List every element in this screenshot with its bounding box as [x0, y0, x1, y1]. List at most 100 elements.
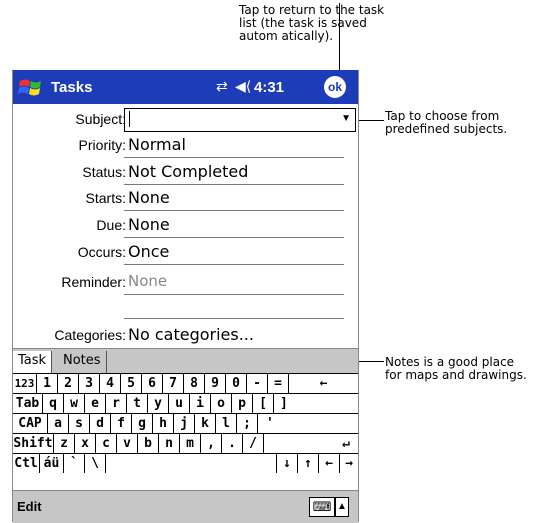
key-w[interactable]: w	[64, 394, 85, 413]
callout-line: for maps and drawings.	[385, 368, 527, 382]
key-slash[interactable]: /	[243, 434, 264, 453]
starts-value[interactable]: None	[128, 188, 170, 207]
key-6[interactable]: 6	[142, 374, 163, 393]
dropdown-arrow-icon[interactable]: ▼	[341, 113, 351, 124]
edit-menu[interactable]: Edit	[17, 499, 42, 514]
key-backtick[interactable]: `	[64, 454, 85, 473]
key-d[interactable]: d	[90, 414, 111, 433]
key-right[interactable]: →	[340, 454, 358, 473]
status-row[interactable]: Status: Not Completed	[13, 159, 358, 185]
key-p[interactable]: p	[232, 394, 253, 413]
key-ctrl[interactable]: Ctl	[13, 454, 40, 473]
key-y[interactable]: y	[148, 394, 169, 413]
divider	[124, 210, 344, 211]
key-x[interactable]: x	[75, 434, 96, 453]
key-minus[interactable]: -	[247, 374, 268, 393]
starts-label: Starts:	[85, 190, 126, 206]
input-selector-arrow-icon[interactable]: ▲	[335, 497, 349, 517]
key-caps[interactable]: CAP	[13, 414, 48, 433]
key-backspace[interactable]: ←	[289, 374, 358, 393]
key-2[interactable]: 2	[58, 374, 79, 393]
keyboard-row-4: Shift z x c v b n m , . / ↵	[13, 434, 358, 454]
keyboard-icon[interactable]: ⌨	[309, 497, 335, 517]
occurs-label: Occurs:	[77, 244, 126, 260]
key-e[interactable]: e	[85, 394, 106, 413]
key-comma[interactable]: ,	[201, 434, 222, 453]
starts-row[interactable]: Starts: None	[13, 185, 358, 211]
key-j[interactable]: j	[174, 414, 195, 433]
categories-value[interactable]: No categories...	[128, 325, 254, 344]
ok-button[interactable]: ok	[324, 76, 346, 98]
key-4[interactable]: 4	[100, 374, 121, 393]
key-equals[interactable]: =	[268, 374, 289, 393]
keyboard-row-3: CAP a s d f g h j k l ; '	[13, 414, 358, 434]
soft-keyboard: 123 1 2 3 4 5 6 7 8 9 0 - = ← Tab q w e …	[13, 373, 358, 490]
key-q[interactable]: q	[43, 394, 64, 413]
key-space[interactable]	[106, 454, 277, 473]
divider	[124, 157, 344, 158]
status-value[interactable]: Not Completed	[128, 162, 248, 181]
priority-row[interactable]: Priority: Normal	[13, 132, 358, 158]
key-123[interactable]: 123	[13, 374, 37, 393]
key-0[interactable]: 0	[226, 374, 247, 393]
key-r[interactable]: r	[106, 394, 127, 413]
occurs-row[interactable]: Occurs: Once	[13, 239, 358, 265]
key-up[interactable]: ↑	[298, 454, 319, 473]
subject-dropdown[interactable]: ▼	[124, 108, 356, 132]
due-label: Due:	[96, 217, 126, 233]
key-tab[interactable]: Tab	[13, 394, 43, 413]
key-8[interactable]: 8	[184, 374, 205, 393]
volume-icon[interactable]: ◀⟨	[235, 78, 251, 95]
key-3[interactable]: 3	[79, 374, 100, 393]
due-value[interactable]: None	[128, 215, 170, 234]
key-enter[interactable]: ↵	[264, 434, 358, 453]
key-z[interactable]: z	[54, 434, 75, 453]
key-h[interactable]: h	[153, 414, 174, 433]
key-v[interactable]: v	[117, 434, 138, 453]
key-period[interactable]: .	[222, 434, 243, 453]
key-s[interactable]: s	[69, 414, 90, 433]
occurs-value[interactable]: Once	[128, 242, 169, 261]
key-shift[interactable]: Shift	[13, 434, 54, 453]
key-n[interactable]: n	[159, 434, 180, 453]
key-u[interactable]: u	[169, 394, 190, 413]
key-k[interactable]: k	[195, 414, 216, 433]
key-t[interactable]: t	[127, 394, 148, 413]
reminder-value[interactable]: None	[128, 272, 167, 290]
menu-bar: Edit ⌨ ▲	[13, 490, 358, 523]
key-i[interactable]: i	[190, 394, 211, 413]
key-down[interactable]: ↓	[277, 454, 298, 473]
key-g[interactable]: g	[132, 414, 153, 433]
key-f[interactable]: f	[111, 414, 132, 433]
key-left-bracket[interactable]: [	[253, 394, 274, 413]
key-1[interactable]: 1	[37, 374, 58, 393]
due-row[interactable]: Due: None	[13, 212, 358, 238]
connectivity-icon[interactable]: ⇄	[216, 78, 228, 95]
key-semicolon[interactable]: ;	[237, 414, 258, 433]
key-5[interactable]: 5	[121, 374, 142, 393]
categories-row[interactable]: Categories: No categories...	[13, 322, 358, 348]
key-o[interactable]: o	[211, 394, 232, 413]
key-backslash[interactable]: \	[85, 454, 106, 473]
callout-notes: Notes is a good place for maps and drawi…	[385, 356, 545, 382]
key-7[interactable]: 7	[163, 374, 184, 393]
reminder-row[interactable]: Reminder: None	[13, 269, 358, 295]
key-quote[interactable]: '	[258, 414, 358, 433]
key-c[interactable]: c	[96, 434, 117, 453]
key-international[interactable]: áü	[40, 454, 64, 473]
key-b[interactable]: b	[138, 434, 159, 453]
clock[interactable]: 4:31	[254, 79, 284, 96]
windows-start-icon[interactable]	[17, 74, 45, 100]
key-9[interactable]: 9	[205, 374, 226, 393]
priority-value[interactable]: Normal	[128, 135, 186, 154]
callout-subject: Tap to choose from predefined subjects.	[385, 110, 545, 136]
subject-label: Subject:	[75, 111, 126, 127]
reminder-label: Reminder:	[61, 274, 126, 290]
key-a[interactable]: a	[48, 414, 69, 433]
key-l[interactable]: l	[216, 414, 237, 433]
tab-task[interactable]: Task	[13, 351, 53, 373]
key-m[interactable]: m	[180, 434, 201, 453]
key-left[interactable]: ←	[319, 454, 340, 473]
tab-notes[interactable]: Notes	[58, 351, 107, 373]
key-right-bracket[interactable]: ]	[274, 394, 358, 413]
